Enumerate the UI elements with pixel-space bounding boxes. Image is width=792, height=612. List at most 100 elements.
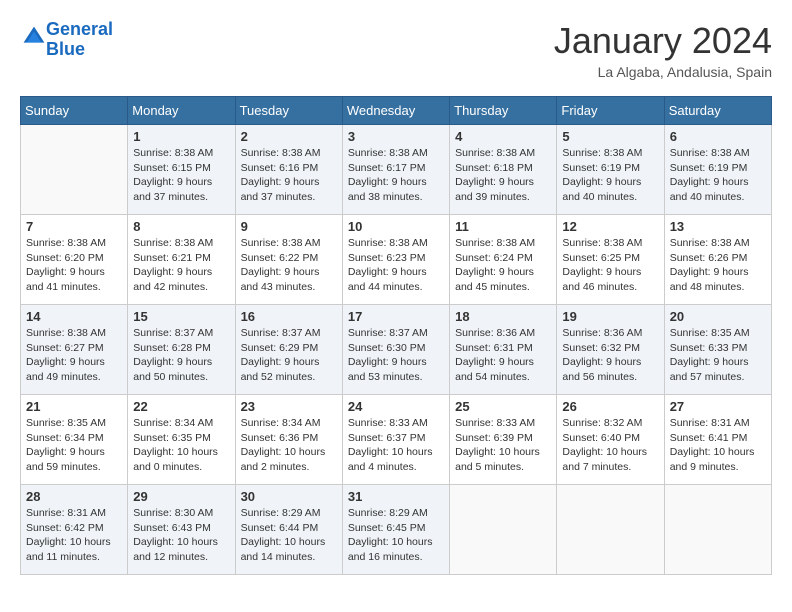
day-info: Sunrise: 8:38 AM Sunset: 6:17 PM Dayligh… bbox=[348, 146, 444, 205]
day-number: 22 bbox=[133, 399, 229, 414]
day-info: Sunrise: 8:35 AM Sunset: 6:33 PM Dayligh… bbox=[670, 326, 766, 385]
day-number: 2 bbox=[241, 129, 337, 144]
day-number: 28 bbox=[26, 489, 122, 504]
day-info: Sunrise: 8:38 AM Sunset: 6:25 PM Dayligh… bbox=[562, 236, 658, 295]
day-info: Sunrise: 8:38 AM Sunset: 6:23 PM Dayligh… bbox=[348, 236, 444, 295]
day-info: Sunrise: 8:38 AM Sunset: 6:24 PM Dayligh… bbox=[455, 236, 551, 295]
day-number: 19 bbox=[562, 309, 658, 324]
day-number: 25 bbox=[455, 399, 551, 414]
day-number: 11 bbox=[455, 219, 551, 234]
day-info: Sunrise: 8:38 AM Sunset: 6:27 PM Dayligh… bbox=[26, 326, 122, 385]
page-header: General Blue January 2024 La Algaba, And… bbox=[20, 20, 772, 80]
day-number: 15 bbox=[133, 309, 229, 324]
calendar-cell bbox=[557, 485, 664, 575]
calendar-cell: 8 Sunrise: 8:38 AM Sunset: 6:21 PM Daylig… bbox=[128, 215, 235, 305]
day-number: 14 bbox=[26, 309, 122, 324]
day-info: Sunrise: 8:31 AM Sunset: 6:42 PM Dayligh… bbox=[26, 506, 122, 565]
calendar-cell: 13Sunrise: 8:38 AM Sunset: 6:26 PM Dayli… bbox=[664, 215, 771, 305]
day-number: 12 bbox=[562, 219, 658, 234]
calendar-cell: 30 Sunrise: 8:29 AM Sunset: 6:44 PM Dayli… bbox=[235, 485, 342, 575]
calendar-body: 1 Sunrise: 8:38 AM Sunset: 6:15 PM Daylig… bbox=[21, 125, 772, 575]
calendar-cell: 6 Sunrise: 8:38 AM Sunset: 6:19 PM Daylig… bbox=[664, 125, 771, 215]
location: La Algaba, Andalusia, Spain bbox=[554, 64, 772, 80]
calendar-cell: 2 Sunrise: 8:38 AM Sunset: 6:16 PM Daylig… bbox=[235, 125, 342, 215]
day-number: 24 bbox=[348, 399, 444, 414]
calendar-week-5: 28 Sunrise: 8:31 AM Sunset: 6:42 PM Dayli… bbox=[21, 485, 772, 575]
day-number: 1 bbox=[133, 129, 229, 144]
day-info: Sunrise: 8:38 AM Sunset: 6:21 PM Dayligh… bbox=[133, 236, 229, 295]
day-info: Sunrise: 8:37 AM Sunset: 6:28 PM Dayligh… bbox=[133, 326, 229, 385]
calendar-cell bbox=[21, 125, 128, 215]
weekday-wednesday: Wednesday bbox=[342, 97, 449, 125]
day-number: 13 bbox=[670, 219, 766, 234]
day-number: 3 bbox=[348, 129, 444, 144]
calendar-cell: 25 Sunrise: 8:33 AM Sunset: 6:39 PM Dayli… bbox=[450, 395, 557, 485]
calendar-cell: 24 Sunrise: 8:33 AM Sunset: 6:37 PM Dayli… bbox=[342, 395, 449, 485]
calendar-week-2: 7 Sunrise: 8:38 AM Sunset: 6:20 PM Daylig… bbox=[21, 215, 772, 305]
calendar-week-3: 14 Sunrise: 8:38 AM Sunset: 6:27 PM Dayli… bbox=[21, 305, 772, 395]
day-info: Sunrise: 8:33 AM Sunset: 6:37 PM Dayligh… bbox=[348, 416, 444, 475]
day-number: 8 bbox=[133, 219, 229, 234]
calendar-cell: 31 Sunrise: 8:29 AM Sunset: 6:45 PM Dayli… bbox=[342, 485, 449, 575]
calendar-cell: 15 Sunrise: 8:37 AM Sunset: 6:28 PM Dayli… bbox=[128, 305, 235, 395]
calendar-cell: 17Sunrise: 8:37 AM Sunset: 6:30 PM Dayli… bbox=[342, 305, 449, 395]
day-info: Sunrise: 8:36 AM Sunset: 6:31 PM Dayligh… bbox=[455, 326, 551, 385]
calendar-cell: 29Sunrise: 8:30 AM Sunset: 6:43 PM Dayli… bbox=[128, 485, 235, 575]
day-number: 31 bbox=[348, 489, 444, 504]
day-info: Sunrise: 8:31 AM Sunset: 6:41 PM Dayligh… bbox=[670, 416, 766, 475]
calendar-cell: 4 Sunrise: 8:38 AM Sunset: 6:18 PM Daylig… bbox=[450, 125, 557, 215]
day-info: Sunrise: 8:38 AM Sunset: 6:16 PM Dayligh… bbox=[241, 146, 337, 205]
day-info: Sunrise: 8:29 AM Sunset: 6:45 PM Dayligh… bbox=[348, 506, 444, 565]
calendar-cell: 19Sunrise: 8:36 AM Sunset: 6:32 PM Dayli… bbox=[557, 305, 664, 395]
day-info: Sunrise: 8:33 AM Sunset: 6:39 PM Dayligh… bbox=[455, 416, 551, 475]
calendar-cell: 7 Sunrise: 8:38 AM Sunset: 6:20 PM Daylig… bbox=[21, 215, 128, 305]
month-title: January 2024 bbox=[554, 20, 772, 62]
day-number: 30 bbox=[241, 489, 337, 504]
weekday-friday: Friday bbox=[557, 97, 664, 125]
calendar-cell: 14 Sunrise: 8:38 AM Sunset: 6:27 PM Dayli… bbox=[21, 305, 128, 395]
day-info: Sunrise: 8:37 AM Sunset: 6:29 PM Dayligh… bbox=[241, 326, 337, 385]
day-info: Sunrise: 8:38 AM Sunset: 6:18 PM Dayligh… bbox=[455, 146, 551, 205]
calendar-cell: 10Sunrise: 8:38 AM Sunset: 6:23 PM Dayli… bbox=[342, 215, 449, 305]
calendar-cell bbox=[450, 485, 557, 575]
calendar-cell: 5 Sunrise: 8:38 AM Sunset: 6:19 PM Daylig… bbox=[557, 125, 664, 215]
day-number: 5 bbox=[562, 129, 658, 144]
day-info: Sunrise: 8:34 AM Sunset: 6:35 PM Dayligh… bbox=[133, 416, 229, 475]
calendar-cell: 20 Sunrise: 8:35 AM Sunset: 6:33 PM Dayli… bbox=[664, 305, 771, 395]
day-info: Sunrise: 8:29 AM Sunset: 6:44 PM Dayligh… bbox=[241, 506, 337, 565]
calendar-table: SundayMondayTuesdayWednesdayThursdayFrid… bbox=[20, 96, 772, 575]
day-number: 26 bbox=[562, 399, 658, 414]
logo-text: General Blue bbox=[46, 20, 113, 60]
calendar-cell: 23Sunrise: 8:34 AM Sunset: 6:36 PM Dayli… bbox=[235, 395, 342, 485]
calendar-week-4: 21 Sunrise: 8:35 AM Sunset: 6:34 PM Dayli… bbox=[21, 395, 772, 485]
calendar-cell: 28 Sunrise: 8:31 AM Sunset: 6:42 PM Dayli… bbox=[21, 485, 128, 575]
day-info: Sunrise: 8:38 AM Sunset: 6:19 PM Dayligh… bbox=[562, 146, 658, 205]
calendar-cell: 26 Sunrise: 8:32 AM Sunset: 6:40 PM Dayli… bbox=[557, 395, 664, 485]
day-number: 7 bbox=[26, 219, 122, 234]
day-info: Sunrise: 8:38 AM Sunset: 6:15 PM Dayligh… bbox=[133, 146, 229, 205]
calendar-cell bbox=[664, 485, 771, 575]
day-info: Sunrise: 8:32 AM Sunset: 6:40 PM Dayligh… bbox=[562, 416, 658, 475]
day-info: Sunrise: 8:35 AM Sunset: 6:34 PM Dayligh… bbox=[26, 416, 122, 475]
day-number: 18 bbox=[455, 309, 551, 324]
day-info: Sunrise: 8:34 AM Sunset: 6:36 PM Dayligh… bbox=[241, 416, 337, 475]
day-number: 20 bbox=[670, 309, 766, 324]
calendar-week-1: 1 Sunrise: 8:38 AM Sunset: 6:15 PM Daylig… bbox=[21, 125, 772, 215]
calendar-cell: 27Sunrise: 8:31 AM Sunset: 6:41 PM Dayli… bbox=[664, 395, 771, 485]
day-number: 6 bbox=[670, 129, 766, 144]
calendar-cell: 9Sunrise: 8:38 AM Sunset: 6:22 PM Daylig… bbox=[235, 215, 342, 305]
weekday-tuesday: Tuesday bbox=[235, 97, 342, 125]
day-number: 9 bbox=[241, 219, 337, 234]
calendar-cell: 1 Sunrise: 8:38 AM Sunset: 6:15 PM Daylig… bbox=[128, 125, 235, 215]
day-number: 21 bbox=[26, 399, 122, 414]
weekday-thursday: Thursday bbox=[450, 97, 557, 125]
weekday-header-row: SundayMondayTuesdayWednesdayThursdayFrid… bbox=[21, 97, 772, 125]
logo-icon bbox=[22, 25, 46, 49]
day-number: 4 bbox=[455, 129, 551, 144]
logo: General Blue bbox=[20, 20, 113, 60]
calendar-cell: 11 Sunrise: 8:38 AM Sunset: 6:24 PM Dayli… bbox=[450, 215, 557, 305]
day-info: Sunrise: 8:38 AM Sunset: 6:20 PM Dayligh… bbox=[26, 236, 122, 295]
weekday-monday: Monday bbox=[128, 97, 235, 125]
day-number: 17 bbox=[348, 309, 444, 324]
day-info: Sunrise: 8:38 AM Sunset: 6:19 PM Dayligh… bbox=[670, 146, 766, 205]
